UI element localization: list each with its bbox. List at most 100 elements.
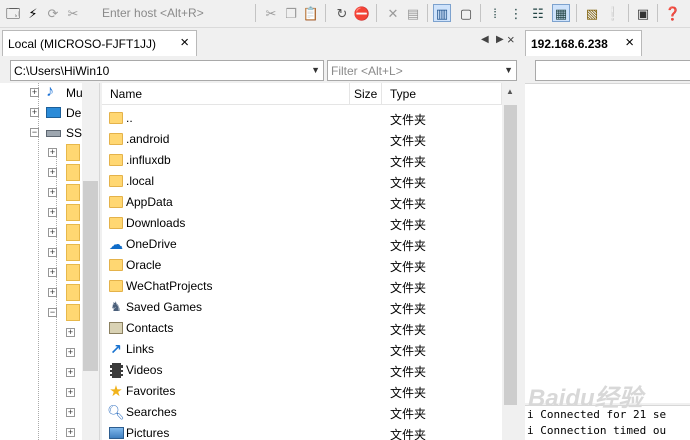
expand-icon[interactable]: + <box>48 288 57 297</box>
expand-icon[interactable]: + <box>48 248 57 257</box>
expand-icon[interactable]: + <box>48 148 57 157</box>
expand-icon[interactable]: + <box>66 348 75 357</box>
list-view-icon[interactable]: ☷ <box>529 4 547 22</box>
quick-connect-icon[interactable]: ⚡ <box>24 4 42 22</box>
expand-icon[interactable]: + <box>66 388 75 397</box>
file-row[interactable]: ★ Favorites 文件夹 <box>102 381 502 402</box>
tree-node[interactable]: + <box>0 363 82 383</box>
details-view-icon[interactable]: ▦ <box>552 4 570 22</box>
file-row[interactable]: Videos 文件夹 <box>102 360 502 381</box>
remote-file-view[interactable] <box>525 83 690 403</box>
disconnect-icon[interactable]: ✂ <box>64 4 82 22</box>
file-row[interactable]: ♞ Saved Games 文件夹 <box>102 297 502 318</box>
properties-icon[interactable]: ▤ <box>404 4 422 22</box>
tree-scrollbar-thumb[interactable] <box>83 181 98 371</box>
file-row[interactable]: Downloads 文件夹 <box>102 213 502 234</box>
tree-node[interactable]: + ♪ Mu <box>0 83 83 103</box>
new-connection-icon[interactable]: 🗔 <box>4 4 22 22</box>
tree-node[interactable]: − <box>0 303 82 323</box>
file-type: 文件夹 <box>390 197 427 211</box>
onedrive-icon: ☁ <box>109 235 123 252</box>
tree-node[interactable]: + <box>0 263 82 283</box>
tree-node[interactable]: + <box>0 223 82 243</box>
local-file-list[interactable]: Name Size Type .. 文件夹 .android 文件夹 .influxdb… <box>102 83 502 440</box>
tree-node[interactable]: + <box>0 343 82 363</box>
tree-node[interactable]: + De <box>0 103 82 123</box>
tree-node[interactable]: − SS <box>0 123 82 143</box>
copy-icon[interactable]: ❐ <box>282 4 300 22</box>
tree-node[interactable]: + <box>0 383 82 403</box>
tree-node[interactable]: + <box>0 403 82 423</box>
file-row[interactable]: WeChatProjects 文件夹 <box>102 276 502 297</box>
file-row[interactable]: 🔍︎ Searches 文件夹 <box>102 402 502 423</box>
expand-icon[interactable]: + <box>66 328 75 337</box>
tab-scroll-left-icon[interactable]: ◀ <box>481 34 489 45</box>
filter-input[interactable]: Filter <Alt+L> ▼ <box>327 60 517 81</box>
scroll-up-icon[interactable]: ▲ <box>506 87 514 96</box>
queue-icon[interactable]: ▧ <box>583 4 601 22</box>
large-icons-icon[interactable]: ⁞ <box>486 4 504 22</box>
expand-icon[interactable]: + <box>30 88 39 97</box>
refresh-icon[interactable]: ↻ <box>333 4 351 22</box>
tree-node[interactable]: + <box>0 243 82 263</box>
tree-node[interactable]: + <box>0 203 82 223</box>
tab-scroll-right-icon[interactable]: ▶ <box>496 34 504 45</box>
file-row[interactable]: ☁ OneDrive 文件夹 <box>102 234 502 255</box>
single-view-icon[interactable]: ▢ <box>457 4 475 22</box>
tree-node[interactable]: + <box>0 163 82 183</box>
delete-icon[interactable]: ✕ <box>384 4 402 22</box>
options-icon[interactable]: ▣ <box>634 4 652 22</box>
file-row[interactable]: Oracle 文件夹 <box>102 255 502 276</box>
file-list-scrollbar-thumb[interactable] <box>504 105 517 405</box>
expand-icon[interactable]: + <box>48 268 57 277</box>
file-row[interactable]: .local 文件夹 <box>102 171 502 192</box>
paste-icon[interactable]: 📋 <box>302 4 320 22</box>
file-type: 文件夹 <box>390 323 427 337</box>
expand-icon[interactable]: + <box>48 168 57 177</box>
file-row[interactable]: AppData 文件夹 <box>102 192 502 213</box>
split-view-icon[interactable]: ▥ <box>433 4 451 22</box>
reconnect-icon[interactable]: ⟳ <box>44 4 62 22</box>
column-header-type[interactable]: Type <box>382 83 502 105</box>
tree-node[interactable]: + <box>0 323 82 343</box>
pin-icon[interactable]: ❕ <box>604 4 622 22</box>
expand-icon[interactable]: + <box>66 408 75 417</box>
expand-icon[interactable]: + <box>66 368 75 377</box>
tree-node[interactable]: + <box>0 283 82 303</box>
host-input[interactable]: Enter host <Alt+R> <box>100 4 252 22</box>
collapse-icon[interactable]: − <box>30 128 39 137</box>
file-row[interactable]: Contacts 文件夹 <box>102 318 502 339</box>
file-row[interactable]: .android 文件夹 <box>102 129 502 150</box>
chevron-down-icon[interactable]: ▼ <box>504 65 513 75</box>
expand-icon[interactable]: + <box>66 428 75 437</box>
tree-node[interactable]: + <box>0 423 82 440</box>
collapse-icon[interactable]: − <box>48 308 57 317</box>
tree-view-icon[interactable]: ⋮ <box>507 4 525 22</box>
folder-icon <box>108 131 124 147</box>
local-path-combo[interactable]: C:\Users\HiWin10 ▼ <box>10 60 324 81</box>
tab-local[interactable]: Local (MICROSO-FJFT1JJ) × <box>2 30 197 56</box>
tab-close-icon[interactable]: × <box>625 34 634 51</box>
expand-icon[interactable]: + <box>48 228 57 237</box>
help-icon[interactable]: ❓ <box>664 4 682 22</box>
tree-node[interactable]: + <box>0 143 82 163</box>
remote-path-combo[interactable] <box>535 60 690 81</box>
file-name: Searches <box>126 405 177 419</box>
close-tab-icon[interactable]: × <box>507 32 515 47</box>
tab-remote-session[interactable]: 192.168.6.238 × <box>525 30 642 56</box>
expand-icon[interactable]: + <box>30 108 39 117</box>
tab-close-icon[interactable]: × <box>180 34 189 51</box>
column-header-size[interactable]: Size <box>350 83 382 105</box>
expand-icon[interactable]: + <box>48 208 57 217</box>
chevron-down-icon[interactable]: ▼ <box>311 65 320 75</box>
file-row[interactable]: ↗ Links 文件夹 <box>102 339 502 360</box>
stop-icon[interactable]: ⛔ <box>353 4 371 22</box>
column-header-name[interactable]: Name <box>102 83 350 105</box>
expand-icon[interactable]: + <box>48 188 57 197</box>
file-row[interactable]: .. 文件夹 <box>102 108 502 129</box>
tree-node[interactable]: + <box>0 183 82 203</box>
file-row[interactable]: Pictures 文件夹 <box>102 423 502 440</box>
file-row[interactable]: .influxdb 文件夹 <box>102 150 502 171</box>
directory-tree[interactable]: + ♪ Mu + De − SS + + + + + + + + − + + + + + + <box>0 83 100 440</box>
cut-icon[interactable]: ✂ <box>262 4 280 22</box>
